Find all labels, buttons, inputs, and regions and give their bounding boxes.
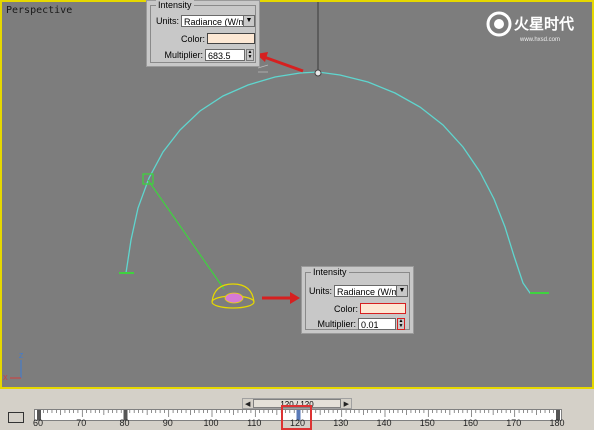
units-label: Units:: [308, 286, 332, 296]
multiplier-label: Multiplier:: [164, 50, 203, 60]
sun-path-arc: [125, 71, 539, 294]
multiplier-input[interactable]: 683.5: [205, 49, 245, 61]
group-title: Intensity: [156, 0, 194, 10]
annotation-arrow-top: [263, 55, 304, 73]
axis-x-label: X: [3, 375, 8, 382]
intensity-rollout-top: Intensity Units: Radiance (W/m2/ ▼ Color…: [146, 0, 260, 67]
multiplier-input[interactable]: 0.01: [358, 318, 396, 330]
units-label: Units:: [155, 16, 179, 26]
arrow-head-bottom: [290, 292, 300, 304]
svg-text:www.hxsd.com: www.hxsd.com: [519, 37, 560, 43]
timeline-tick-label: 150: [419, 418, 435, 428]
timeline-tick-label: 90: [162, 418, 173, 428]
current-frame-highlight: [281, 405, 312, 430]
intensity-rollout-bottom: Intensity Units: Radiance (W/m2/ ▼ Color…: [301, 266, 414, 334]
group-title: Intensity: [311, 267, 349, 277]
svg-text:火星时代: 火星时代: [514, 15, 574, 33]
chevron-down-icon[interactable]: ▼: [243, 16, 254, 26]
watermark-logo: 火星时代 www.hxsd.com: [486, 11, 574, 43]
next-frame-icon[interactable]: ▶: [344, 400, 349, 408]
units-dropdown[interactable]: Radiance (W/m2/ ▼: [181, 15, 255, 27]
axis-z-label: Z: [19, 353, 24, 360]
scene-canvas: Z X: [3, 2, 549, 382]
timeline-tick-label: 180: [549, 418, 565, 428]
helper-line: [147, 179, 225, 290]
timeline-tick-label: 140: [376, 418, 392, 428]
timeline-tick-label: 100: [203, 418, 219, 428]
units-dropdown[interactable]: Radiance (W/m2/ ▼: [334, 285, 408, 297]
timeline-tick-label: 80: [119, 418, 130, 428]
chevron-down-icon[interactable]: ▼: [396, 286, 407, 296]
multiplier-spinner[interactable]: ▲ ▼: [246, 49, 254, 61]
color-label: Color:: [333, 303, 358, 314]
timeline-tick-label: 60: [32, 418, 44, 428]
timeline-tick-label: 130: [333, 418, 349, 428]
dome-light-core: [224, 292, 244, 304]
multiplier-label: Multiplier:: [317, 319, 356, 329]
color-swatch[interactable]: [207, 33, 255, 44]
timeline-tick-label: 160: [462, 418, 479, 428]
color-label: Color:: [180, 33, 205, 44]
timeline-tick-label: 170: [506, 418, 522, 428]
multiplier-spinner[interactable]: ▲ ▼: [397, 318, 405, 330]
color-swatch[interactable]: [360, 303, 406, 314]
sun-node: [314, 69, 322, 77]
prev-frame-icon[interactable]: ◀: [245, 400, 250, 408]
timeline-tick-label: 70: [76, 418, 87, 428]
timeline-tick-label: 110: [247, 418, 262, 428]
